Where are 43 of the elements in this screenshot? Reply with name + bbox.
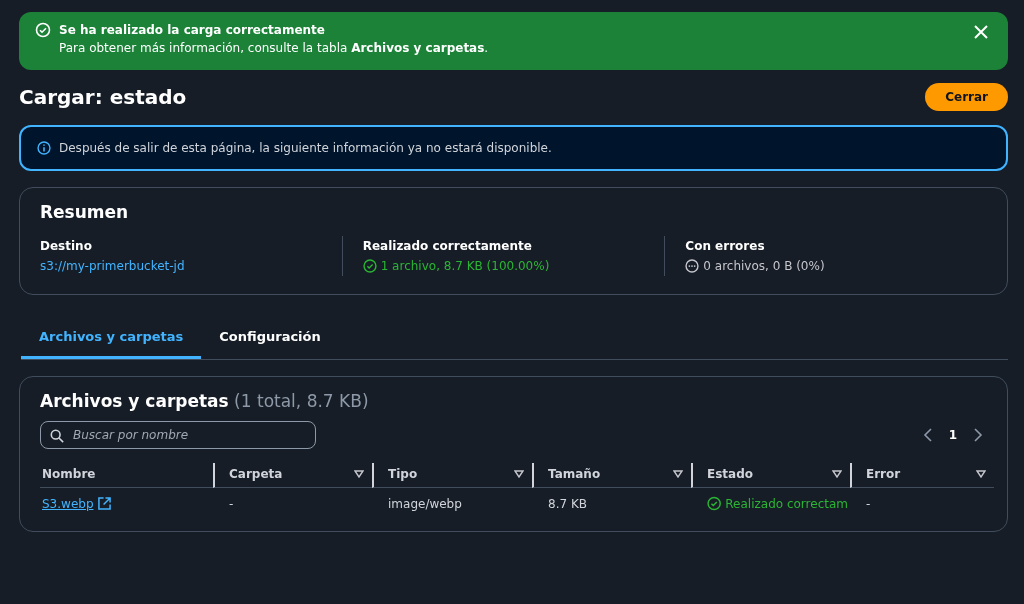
close-page-button[interactable]: Cerrar <box>925 83 1008 111</box>
summary-title: Resumen <box>40 202 130 222</box>
table-cell: 8.7 KB <box>548 496 587 511</box>
table-title: Archivos y carpetas (1 total, 8.7 KB) <box>40 391 369 411</box>
file-link[interactable]: S3.webp <box>42 496 94 511</box>
tab[interactable]: Configuración <box>201 319 339 359</box>
column-header[interactable]: Estado <box>707 467 753 481</box>
summary-value: 1 archivo, 8.7 KB (100.00%) <box>380 258 550 275</box>
sort-icon[interactable] <box>976 470 986 478</box>
search-field[interactable]: Buscar por nombre <box>40 421 316 449</box>
page-title: Cargar: estado <box>19 85 187 109</box>
destination-link[interactable]: s3://my-primerbucket-jd <box>40 259 185 273</box>
column-header[interactable]: Nombre <box>42 467 96 481</box>
info-message: Después de salir de esta página, la siguiente información ya no estará disponible. <box>59 141 552 155</box>
banner-message: Para obtener más información, consulte la tabla Archivos y carpetas. <box>59 40 490 57</box>
check-circle-icon <box>362 259 377 273</box>
page-number[interactable]: 1 <box>948 428 957 442</box>
table-cell: image/webp <box>388 496 462 511</box>
tab[interactable]: Archivos y carpetas <box>21 319 202 359</box>
sort-icon[interactable] <box>354 470 364 478</box>
column-header[interactable]: Carpeta <box>229 467 283 481</box>
summary-label: Con errores <box>685 238 766 255</box>
next-page-icon[interactable] <box>973 428 983 442</box>
status-text: Realizado correctam <box>725 496 848 511</box>
banner-title: Se ha realizado la carga correctamente <box>59 22 326 39</box>
table-cell: - <box>229 496 234 511</box>
previous-page-icon[interactable] <box>922 428 933 442</box>
sort-icon[interactable] <box>832 470 842 478</box>
summary-label: Realizado correctamente <box>362 238 533 255</box>
column-header[interactable]: Tipo <box>388 467 418 481</box>
sort-icon[interactable] <box>514 470 524 478</box>
check-circle-icon <box>707 496 722 511</box>
sort-icon[interactable] <box>673 470 683 478</box>
summary-value: 0 archivos, 0 B (0%) <box>703 258 825 275</box>
ellipsis-circle-icon <box>685 259 700 273</box>
info-icon <box>37 141 51 155</box>
column-header[interactable]: Error <box>866 467 901 481</box>
table-cell: - <box>866 496 871 511</box>
external-link-icon[interactable] <box>97 497 111 510</box>
column-header[interactable]: Tamaño <box>548 467 601 481</box>
summary-label: Destino <box>40 238 93 255</box>
check-circle-icon <box>35 22 51 38</box>
search-icon <box>50 429 64 443</box>
